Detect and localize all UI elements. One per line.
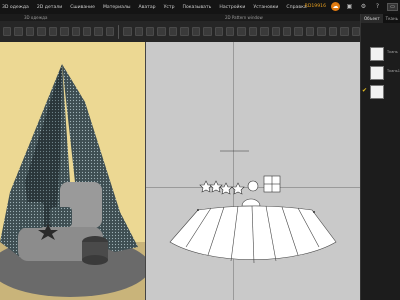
fabric-swatch[interactable]: [370, 66, 384, 80]
tool-mirror-icon[interactable]: [328, 27, 338, 36]
tool-dart-icon[interactable]: [180, 27, 189, 36]
menu-bar: 3D одежда 2D детали Сшивание Материалы А…: [0, 0, 400, 14]
tool-pattern-select-icon[interactable]: [123, 27, 132, 36]
menu-2d-pattern[interactable]: 2D детали: [37, 5, 62, 10]
menu-display[interactable]: Показывать: [183, 5, 212, 10]
checkmark-icon: ✔: [362, 87, 368, 94]
tool-circle-icon[interactable]: [168, 27, 178, 36]
menu-materials[interactable]: Материалы: [103, 5, 131, 10]
tool-edit-point-icon[interactable]: [134, 27, 143, 36]
object-browser-tabs: Объект Ткань: [361, 14, 400, 23]
canopy-fan-pattern: [169, 205, 337, 264]
menu-right-controls: RD19916 ☁ ▣ ⚙ ? ▭: [305, 2, 398, 11]
tool-pin-icon[interactable]: [37, 27, 46, 36]
tool-extra-icon[interactable]: [340, 27, 349, 36]
tool-measure-icon[interactable]: [71, 27, 80, 36]
tab-fabric[interactable]: Ткань: [383, 14, 400, 23]
menu-preferences[interactable]: Установки: [253, 5, 278, 10]
pattern-canvas: [169, 150, 337, 264]
tool-move-icon[interactable]: [14, 27, 23, 36]
view3d-tab[interactable]: 3D одежда: [24, 15, 47, 20]
tool-seam-icon[interactable]: [203, 27, 212, 36]
tool-zipper-icon[interactable]: [271, 27, 281, 36]
half-circle-pattern: [241, 198, 261, 207]
tool-texture-icon[interactable]: [237, 27, 246, 36]
garment-3d-scene: [0, 42, 145, 300]
menu-device[interactable]: Устр: [164, 5, 175, 10]
star-pattern-1: [199, 180, 213, 193]
tool-tack-icon[interactable]: [60, 27, 69, 36]
star-pattern-4: [231, 182, 245, 195]
window-mode-icon[interactable]: ▭: [387, 2, 398, 11]
tool-free-sew-icon[interactable]: [225, 27, 235, 36]
window-tab-row: 3D одежда 2D Pattern window: [0, 14, 400, 21]
view2d-pattern-window[interactable]: [145, 42, 360, 300]
tool-avatar-icon[interactable]: [82, 27, 92, 36]
view2d-tab[interactable]: 2D Pattern window: [225, 15, 263, 20]
tool-trace-icon[interactable]: [317, 27, 326, 36]
fabric-swatch[interactable]: [370, 47, 384, 61]
help-icon[interactable]: ?: [373, 2, 382, 11]
tool-more-icon[interactable]: [351, 27, 360, 36]
view3d-viewport[interactable]: [0, 42, 145, 300]
cloud-icon[interactable]: ☁: [331, 2, 340, 11]
tool-internal-line-icon[interactable]: [191, 27, 201, 36]
tool-rectangle-icon[interactable]: [157, 27, 166, 36]
gift-icon[interactable]: ▣: [345, 2, 354, 11]
tool-camera-icon[interactable]: [94, 27, 103, 36]
user-id: RD19916: [304, 4, 326, 9]
menu-avatar[interactable]: Аватар: [139, 5, 156, 10]
fabric-list-item[interactable]: Ткань1: [361, 64, 400, 83]
toolbar: [0, 21, 360, 42]
tool-grading-icon[interactable]: [294, 27, 303, 36]
circle-pattern: [247, 180, 259, 192]
settings-icon[interactable]: ⚙: [359, 2, 368, 11]
tool-select-icon[interactable]: [3, 27, 12, 36]
fabric-swatch[interactable]: [370, 85, 384, 99]
toolbar-divider: [118, 24, 120, 39]
square-pattern: [263, 175, 281, 193]
tool-segment-sew-icon[interactable]: [214, 27, 223, 36]
fabric-label: Ткань1: [387, 69, 400, 73]
star-pattern-2: [209, 180, 223, 193]
tool-topstitch-icon[interactable]: [283, 27, 292, 36]
fabric-label: Ткань: [387, 50, 398, 54]
fabric-list-item[interactable]: ✔: [361, 83, 400, 102]
tool-polygon-icon[interactable]: [145, 27, 155, 36]
tool-graphic-icon[interactable]: [248, 27, 258, 36]
tool-annotation-icon[interactable]: [305, 27, 315, 36]
menu-3d-garment[interactable]: 3D одежда: [2, 5, 29, 10]
tool-render-icon[interactable]: [105, 27, 115, 36]
menu-settings[interactable]: Настройки: [219, 5, 245, 10]
tool-button-icon[interactable]: [260, 27, 269, 36]
tab-objects[interactable]: Объект: [361, 14, 383, 23]
menu-sewing[interactable]: Сшивание: [70, 5, 95, 10]
fabric-list-item[interactable]: Ткань: [361, 45, 400, 64]
menu-help[interactable]: Справка: [286, 5, 306, 10]
star-pattern-3: [219, 182, 233, 195]
tool-fold-icon[interactable]: [48, 27, 58, 36]
tool-simulate-icon[interactable]: [25, 27, 35, 36]
object-browser-panel: Объект Ткань Ткань Ткань1 ✔: [360, 14, 400, 300]
